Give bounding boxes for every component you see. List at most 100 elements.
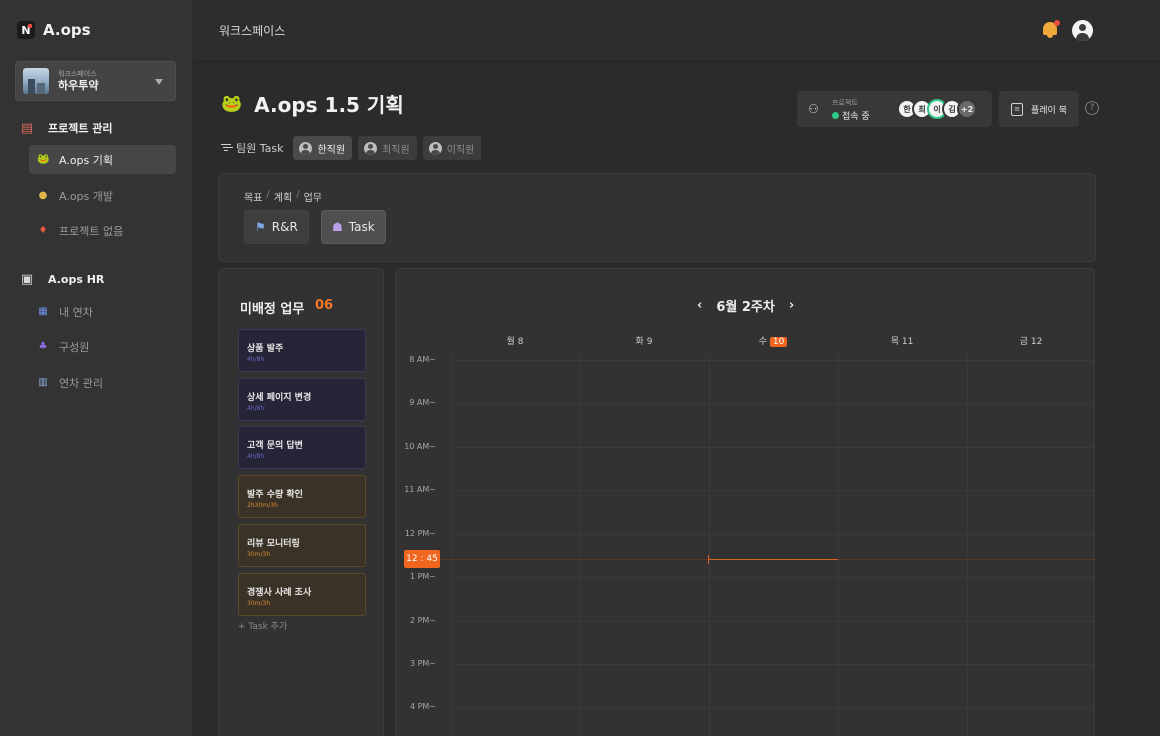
time-label: 3 PM~ xyxy=(409,659,436,668)
member-chip-1[interactable]: 한직원 xyxy=(293,136,353,160)
task-title: 발주 수량 확인 xyxy=(247,490,303,500)
task-title: 상세 페이지 변경 xyxy=(247,393,312,403)
calendar-icon: ▦ xyxy=(38,306,48,317)
project-title: A.ops 1.5 기획 xyxy=(254,93,404,117)
breadcrumb-item[interactable]: 목표 xyxy=(244,189,262,204)
member-filter-row: 팀원 Task 한직원 최직원 이직원 xyxy=(221,136,482,160)
app-logo[interactable]: N A.ops xyxy=(17,21,91,39)
id-badge-icon: ▣ xyxy=(20,271,34,287)
top-bar: 워크스페이스 xyxy=(193,0,1160,62)
prev-week-icon[interactable]: ‹ xyxy=(697,298,702,313)
avatar-icon xyxy=(428,141,442,155)
add-person-icon[interactable]: ⚇ xyxy=(808,102,819,116)
avatar-icon xyxy=(364,141,378,155)
time-label: 1 PM~ xyxy=(409,572,436,581)
sidebar-item-my-leave[interactable]: ▦ 내 연차 xyxy=(29,297,176,326)
workspace-label: 워크스페이스 xyxy=(58,70,97,78)
day-header: 화 9 xyxy=(635,337,653,347)
day-header-today: 수 10 xyxy=(709,334,837,347)
sidebar-item-label: 구성원 xyxy=(59,340,90,354)
time-label: 11 AM~ xyxy=(404,485,436,494)
add-task-button[interactable]: + Task 추가 xyxy=(238,619,287,632)
task-title: 상품 발주 xyxy=(247,344,284,354)
page-title: 워크스페이스 xyxy=(219,24,286,38)
project-header: 🐸 A.ops 1.5 기획 xyxy=(221,89,404,118)
logo-icon: N xyxy=(17,21,35,39)
task-card[interactable]: 경쟁사 사례 조사 30m/3h xyxy=(238,573,366,616)
workspace-thumbnail xyxy=(23,68,49,94)
task-time: 4h/8h xyxy=(247,405,265,412)
member-filter[interactable]: 팀원 Task xyxy=(221,140,283,156)
time-label: 8 AM~ xyxy=(409,355,436,364)
breadcrumb-item[interactable]: 업무 xyxy=(304,189,322,204)
task-view-button[interactable]: ☗ Task xyxy=(321,210,386,244)
unassigned-title: 미배정 업무 xyxy=(240,302,305,317)
workspace-selector[interactable]: 워크스페이스 하우투약 xyxy=(15,61,176,101)
playbook-button[interactable]: ≡ 플레이 북 xyxy=(999,91,1079,127)
sidebar-item-members[interactable]: ♣ 구성원 xyxy=(29,332,176,361)
today-badge: 10 xyxy=(769,337,788,347)
task-title: 경쟁사 사례 조사 xyxy=(247,588,312,598)
calendar-board-icon: ▤ xyxy=(20,120,34,136)
day-header: 금 12 xyxy=(1019,337,1043,347)
current-time-badge: 12 : 45 xyxy=(404,550,440,568)
notification-bell-icon[interactable] xyxy=(1041,20,1060,40)
main-content: 🐸 A.ops 1.5 기획 ⚇ 프로젝트 접속 중 한 최 이 김 +2 ≡ … xyxy=(193,63,1160,736)
person-icon: ☗ xyxy=(332,220,343,234)
task-title: 고객 문의 답변 xyxy=(247,441,303,451)
rr-view-button[interactable]: ⚑ R&R xyxy=(244,210,309,244)
task-card[interactable]: 리뷰 모니터링 30m/3h xyxy=(238,524,366,567)
project-status-box[interactable]: ⚇ 프로젝트 접속 중 한 최 이 김 +2 xyxy=(797,91,992,127)
sidebar-item-aops-planning[interactable]: 🐸 A.ops 기획 xyxy=(29,145,176,174)
sidebar-item-label: A.ops 기획 xyxy=(59,153,114,167)
sidebar-item-leave-management[interactable]: ▥ 연차 관리 xyxy=(29,368,176,397)
time-label: 9 AM~ xyxy=(409,398,436,407)
app-name: A.ops xyxy=(43,21,91,39)
task-card[interactable]: 고객 문의 답변 4h/8h xyxy=(238,426,366,469)
button-label: Task xyxy=(348,220,375,234)
member-name: 최직원 xyxy=(382,144,410,156)
sidebar-item-label: 연차 관리 xyxy=(59,376,103,390)
sidebar-item-label: A.ops 개발 xyxy=(59,189,114,203)
help-icon[interactable]: ? xyxy=(1085,101,1099,115)
section-project-management[interactable]: ▤ 프로젝트 관리 xyxy=(18,119,113,137)
workspace-name: 하우투약 xyxy=(58,79,99,92)
status-label: 프로젝트 xyxy=(832,99,858,107)
building-icon: ▥ xyxy=(38,377,48,388)
task-card[interactable]: 상세 페이지 변경 4h/8h xyxy=(238,378,366,421)
unassigned-count: 06 xyxy=(315,298,334,313)
people-icon: ♣ xyxy=(38,341,48,352)
sidebar-item-label: 프로젝트 없음 xyxy=(59,224,124,238)
notification-dot xyxy=(1054,20,1060,26)
section-title: A.ops HR xyxy=(48,272,105,286)
section-hr[interactable]: ▣ A.ops HR xyxy=(18,270,105,288)
task-card[interactable]: 발주 수량 확인 2h30m/3h xyxy=(238,475,366,518)
week-label: 6월 2주차 xyxy=(716,300,775,315)
time-label: 12 PM~ xyxy=(404,529,436,538)
breadcrumb-item[interactable]: 계획 xyxy=(274,189,292,204)
week-navigator: ‹ 6월 2주차 › xyxy=(697,296,794,315)
playbook-label: 플레이 북 xyxy=(1031,105,1067,116)
time-label: 10 AM~ xyxy=(404,442,436,451)
filter-label: 팀원 Task xyxy=(236,142,284,155)
user-avatar-icon[interactable] xyxy=(1072,20,1093,41)
sidebar-item-no-project[interactable]: ♦ 프로젝트 없음 xyxy=(29,216,176,245)
day-header: 월 8 xyxy=(506,337,524,347)
task-time: 4h/8h xyxy=(247,356,265,363)
member-avatars[interactable]: 한 최 이 김 +2 xyxy=(897,99,977,119)
task-time: 30m/3h xyxy=(247,551,271,558)
next-week-icon[interactable]: › xyxy=(789,298,794,313)
task-card[interactable]: 상품 발주 4h/8h xyxy=(238,329,366,372)
task-time: 30m/3h xyxy=(247,600,271,607)
member-name: 이직원 xyxy=(446,144,475,156)
task-title: 리뷰 모니터링 xyxy=(247,539,300,549)
sidebar: N A.ops 워크스페이스 하우투약 ▤ 프로젝트 관리 🐸 A.ops 기획… xyxy=(0,0,193,736)
sidebar-item-label: 내 연차 xyxy=(59,305,93,319)
current-time-tick xyxy=(708,555,709,564)
view-switcher-panel: 목표 / 계획 / 업무 ⚑ R&R ☗ Task xyxy=(218,173,1096,262)
member-chip-2[interactable]: 최직원 xyxy=(358,136,417,160)
sidebar-item-aops-dev[interactable]: ● A.ops 개발 xyxy=(29,181,176,210)
current-time-marker xyxy=(708,559,838,560)
member-chip-3[interactable]: 이직원 xyxy=(422,136,482,160)
frog-icon: 🐸 xyxy=(221,93,243,114)
